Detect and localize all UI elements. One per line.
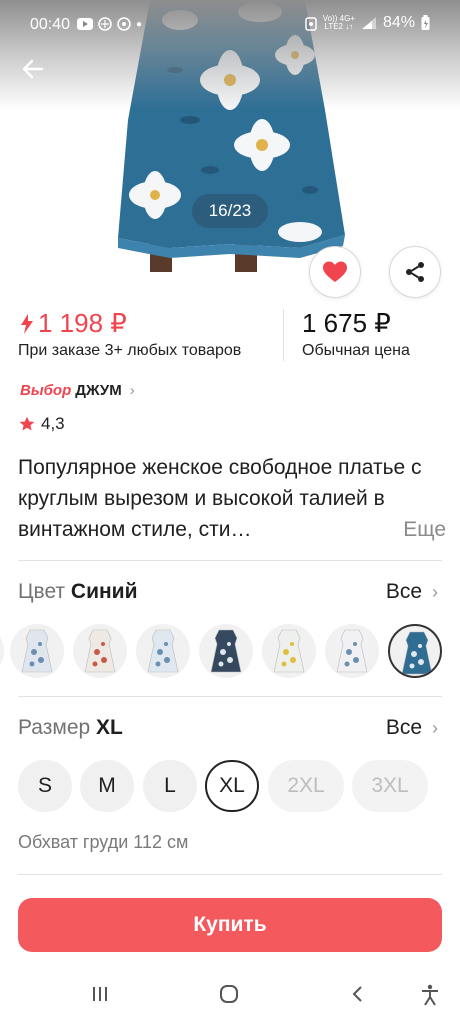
dress-thumbnail [210, 629, 242, 673]
color-section-title: Цвет Синий [18, 580, 138, 604]
buy-button[interactable]: Купить [18, 898, 442, 952]
battery-icon [421, 15, 430, 30]
color-swatch[interactable] [10, 624, 64, 678]
chevron-right-icon: › [432, 581, 438, 602]
chest-size-note: Обхват груди 112 см [18, 832, 189, 852]
home-icon[interactable] [219, 984, 239, 1004]
lightning-icon [21, 313, 33, 334]
divider [18, 696, 442, 697]
color-swatches [0, 624, 460, 680]
back-button[interactable] [18, 54, 48, 84]
dress-thumbnail [336, 629, 368, 673]
color-swatch[interactable] [0, 624, 4, 678]
regular-price-note: Обычная цена [302, 342, 410, 359]
color-label: Цвет [18, 580, 66, 603]
regular-price: 1 675 ₽ [302, 308, 391, 338]
status-bar: 00:40 ● Vo)) 4G+ LTE2 ↓↑ 84% [0, 0, 460, 50]
show-more-link[interactable]: Еще [401, 514, 446, 545]
status-dot-icon: ● [136, 18, 143, 30]
chevron-right-icon: › [129, 382, 135, 399]
whatsapp-icon [117, 17, 131, 31]
choice-badge: Выбор [20, 382, 72, 399]
star-icon [19, 416, 35, 431]
color-all-label: Все [385, 580, 422, 603]
color-swatch[interactable] [73, 624, 127, 678]
battery-level: 84% [382, 14, 415, 31]
size-all-button[interactable]: Все › [386, 716, 438, 740]
color-swatch[interactable] [199, 624, 253, 678]
alarm-icon [304, 17, 317, 31]
share-icon [406, 262, 424, 282]
color-swatch[interactable] [136, 624, 190, 678]
color-swatch[interactable] [262, 624, 316, 678]
favorite-button[interactable] [309, 246, 361, 298]
rating-value: 4,3 [41, 414, 65, 433]
size-label: Размер [18, 716, 91, 739]
product-rating[interactable]: 4,3 [19, 414, 65, 434]
status-time: 00:40 [30, 16, 71, 33]
recent-apps-icon[interactable] [90, 984, 110, 1004]
seller-name: ДЖУМ [75, 382, 122, 399]
signal-icon [361, 17, 376, 29]
youtube-icon [77, 18, 93, 30]
divider [18, 560, 442, 561]
heart-icon [323, 261, 347, 282]
size-option-xl[interactable]: XL [205, 760, 259, 812]
dress-thumbnail [21, 629, 53, 673]
sale-price: 1 198 ₽ [20, 308, 127, 339]
seller-link[interactable]: Выбор ДЖУМ › [20, 382, 135, 399]
size-option-3xl[interactable]: 3XL [352, 760, 428, 812]
divider [18, 874, 442, 875]
color-swatch[interactable] [388, 624, 442, 678]
arrow-left-icon [22, 59, 44, 79]
share-button[interactable] [389, 246, 441, 298]
size-option-s[interactable]: S [18, 760, 72, 812]
dress-thumbnail [401, 631, 433, 675]
dress-thumbnail [84, 629, 116, 673]
size-option-m[interactable]: M [80, 760, 134, 812]
color-all-button[interactable]: Все › [386, 580, 438, 604]
product-title-text: Популярное женское свободное платье с кр… [18, 456, 422, 541]
vpn-icon [98, 17, 112, 31]
size-all-label: Все [385, 716, 422, 739]
product-screen: 16/23 00:40 ● Vo)) 4G+ LTE2 ↓↑ 84% 1 198… [0, 0, 460, 1024]
sale-price-note: При заказе 3+ любых товаров [18, 342, 242, 359]
status-notification-icons: ● [77, 17, 142, 31]
network-type: Vo)) 4G+ LTE2 ↓↑ [323, 15, 355, 31]
product-title: Популярное женское свободное платье с кр… [18, 452, 446, 545]
color-swatch[interactable] [325, 624, 379, 678]
chevron-right-icon: › [432, 717, 438, 738]
network-type-bottom: LTE2 ↓↑ [324, 22, 354, 31]
nav-back-icon[interactable] [348, 984, 368, 1004]
dress-thumbnail [147, 629, 179, 673]
system-navigation-bar [0, 966, 460, 1024]
accessibility-icon[interactable] [420, 984, 440, 1006]
size-option-l[interactable]: L [143, 760, 197, 812]
image-counter: 16/23 [192, 194, 268, 228]
price-divider [283, 309, 284, 361]
size-section-title: Размер XL [18, 716, 123, 740]
size-option-2xl[interactable]: 2XL [268, 760, 344, 812]
dress-thumbnail [273, 629, 305, 673]
status-right: Vo)) 4G+ LTE2 ↓↑ 84% [304, 14, 430, 32]
color-value: Синий [70, 580, 138, 603]
size-value: XL [96, 716, 123, 739]
sale-price-value: 1 198 ₽ [38, 308, 127, 338]
